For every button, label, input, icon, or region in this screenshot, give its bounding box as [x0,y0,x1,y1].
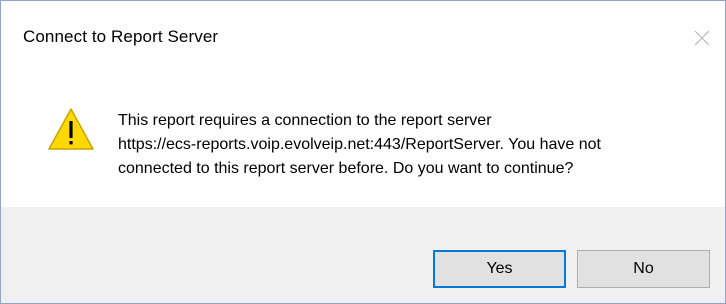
no-button[interactable]: No [577,250,710,288]
yes-button[interactable]: Yes [433,250,566,288]
message-line: This report requires a connection to the… [118,112,492,129]
dialog-message: This report requires a connection to the… [118,109,718,181]
close-icon [694,30,710,46]
warning-icon [48,108,94,150]
button-bar: Yes No [1,207,725,303]
message-line: connected to this report server before. … [118,160,574,177]
dialog-title: Connect to Report Server [23,27,219,46]
connect-dialog: Connect to Report Server This report req… [0,0,726,304]
title-bar: Connect to Report Server [1,1,725,79]
close-button[interactable] [679,15,725,61]
message-line: https://ecs-reports.voip.evolveip.net:44… [118,136,601,153]
dialog-content: This report requires a connection to the… [1,79,725,207]
